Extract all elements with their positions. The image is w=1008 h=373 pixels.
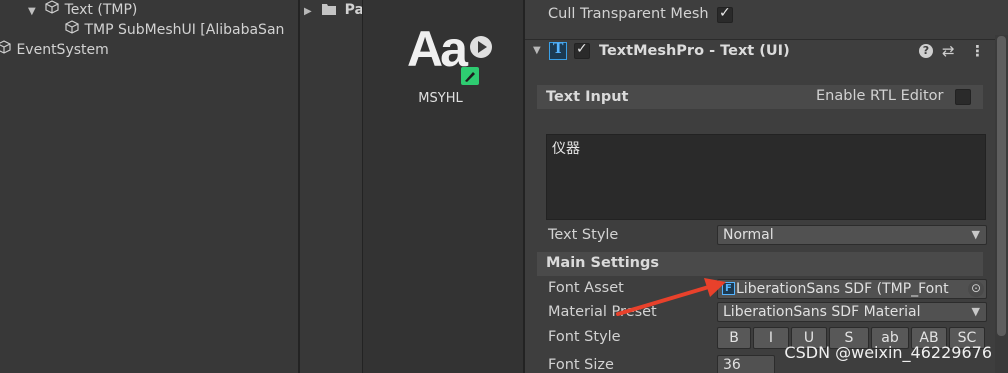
cull-transparent-checkbox[interactable]: ✓ <box>717 5 733 23</box>
font-size-input[interactable]: 36 <box>717 355 775 373</box>
component-title: TextMeshPro - Text (UI) <box>599 43 790 59</box>
project-folder-tree: ▶ Pa <box>300 0 362 373</box>
chevron-down-icon: ▼ <box>971 228 980 241</box>
object-picker-icon[interactable]: ⊙ <box>968 281 984 297</box>
chevron-down-icon: ▼ <box>971 305 980 318</box>
main-settings-section-title: Main Settings <box>546 255 659 271</box>
hierarchy-item-label: TMP SubMeshUI [AlibabaSan <box>84 22 285 38</box>
folder-label: Pa <box>344 2 362 18</box>
annotation-arrow-icon <box>616 278 726 316</box>
gameobject-cube-icon <box>0 40 12 60</box>
gameobject-cube-icon <box>64 20 80 40</box>
tmp-font-asset-icon <box>461 67 479 85</box>
text-style-label: Text Style <box>548 227 619 243</box>
project-asset-grid: Aa MSYHL <box>363 0 523 373</box>
text-style-dropdown[interactable]: Normal ▼ <box>717 225 987 245</box>
presets-icon[interactable]: ⇄ <box>942 42 955 60</box>
hierarchy-item-label: Text (TMP) <box>64 2 138 18</box>
rtl-editor-checkbox[interactable] <box>955 89 971 105</box>
text-input-area[interactable]: 仪器 <box>546 134 986 220</box>
tmp-text-component-icon: T <box>549 41 567 60</box>
component-enabled-checkbox[interactable]: ✓ <box>574 41 590 59</box>
folder-icon <box>322 1 337 21</box>
font-asset-field[interactable]: F LiberationSans SDF (TMP_Font ⊙ <box>717 279 987 299</box>
inspector-panel: Cull Transparent Mesh ✓ ▼ T ✓ TextMeshPr… <box>525 0 1008 373</box>
material-preset-dropdown[interactable]: LiberationSans SDF Material ▼ <box>717 302 987 322</box>
cull-transparent-label: Cull Transparent Mesh <box>548 6 709 22</box>
folder-item[interactable]: ▶ Pa <box>304 0 362 20</box>
font-asset-value: LiberationSans SDF (TMP_Font <box>736 281 949 297</box>
rtl-editor-label: Enable RTL Editor <box>816 88 944 104</box>
hierarchy-item-eventsystem[interactable]: EventSystem <box>0 40 109 60</box>
watermark-text: CSDN @weixin_46229676 <box>784 343 992 362</box>
hierarchy-item-label: EventSystem <box>16 42 109 58</box>
text-input-value: 仪器 <box>552 141 580 157</box>
expand-arrow-icon[interactable]: ▶ <box>304 6 312 17</box>
hierarchy-item-submesh[interactable]: TMP SubMeshUI [AlibabaSan <box>64 20 284 40</box>
collapse-arrow-icon[interactable]: ▼ <box>533 45 541 56</box>
font-style-label: Font Style <box>548 329 621 345</box>
hierarchy-panel: ▼ Text (TMP) TMP SubMeshUI [AlibabaSan E… <box>0 0 298 373</box>
scrollbar-thumb[interactable] <box>997 36 1006 336</box>
play-icon[interactable] <box>470 36 492 58</box>
material-preset-value: LiberationSans SDF Material <box>723 304 921 320</box>
expand-arrow-icon[interactable]: ▼ <box>28 6 36 17</box>
text-input-section-title: Text Input <box>546 89 629 105</box>
hierarchy-item-text-tmp[interactable]: ▼ Text (TMP) <box>28 0 137 20</box>
font-asset-thumbnail[interactable]: Aa <box>403 20 492 85</box>
font-size-label: Font Size <box>548 357 614 373</box>
font-preview-text: Aa <box>407 21 468 77</box>
font-size-value: 36 <box>723 357 741 373</box>
help-icon[interactable]: ? <box>919 44 933 58</box>
more-icon[interactable]: ⋮ <box>970 42 985 60</box>
gameobject-cube-icon <box>44 0 60 20</box>
text-style-value: Normal <box>723 227 774 243</box>
asset-name-label: MSYHL <box>418 91 463 106</box>
font-style-bold-button[interactable]: B <box>717 327 751 349</box>
